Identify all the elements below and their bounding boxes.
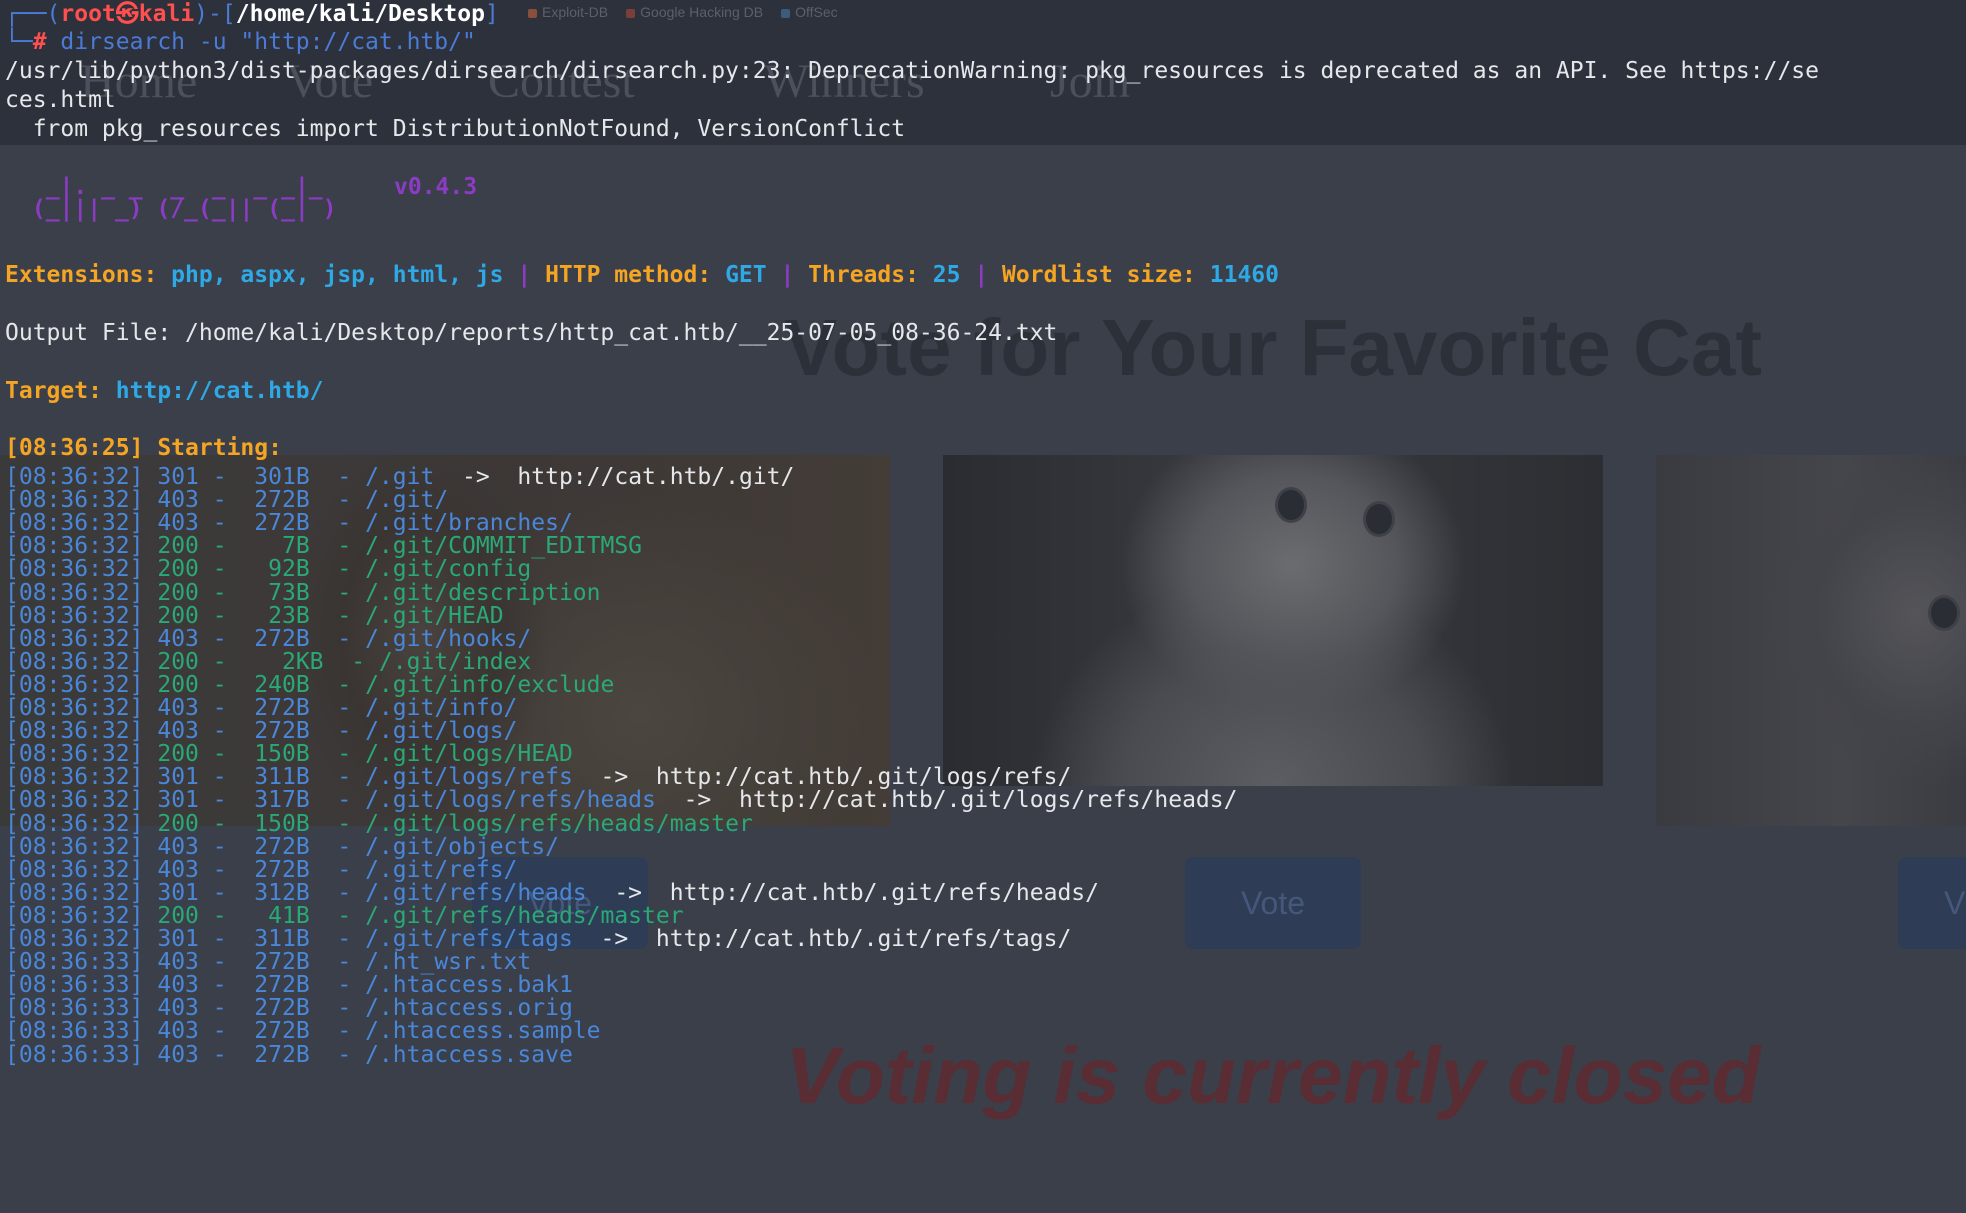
config-separator: | — [960, 262, 1003, 288]
screen: Exploit-DB Google Hacking DB OffSec Home… — [0, 0, 1966, 1213]
result-path: /.htaccess.save — [365, 1041, 573, 1068]
result-redirect: http://cat.htb/.git/refs/heads/ — [669, 879, 1099, 906]
output-file-label: Output File: — [5, 320, 186, 346]
extensions-label: Extensions: — [5, 262, 172, 288]
method-label: HTTP method: — [545, 262, 726, 288]
result-row: [08:36:33] 403 - 272B - /.htaccess.save — [5, 1041, 573, 1069]
command-line: └─# dirsearch -u "http://cat.htb/" — [5, 28, 476, 56]
starting-label: Starting: — [143, 435, 282, 461]
target-url: http://cat.htb/ — [115, 378, 324, 404]
output-file-path: /home/kali/Desktop/reports/http_cat.htb/… — [185, 320, 1058, 346]
prompt-corner: ┌──( — [5, 1, 61, 27]
target-label: Target: — [5, 378, 116, 404]
result-redirect: http://cat.htb/.git/logs/refs/heads/ — [738, 787, 1238, 814]
target-line: Target: http://cat.htb/ — [5, 377, 324, 405]
prompt-cwd: /home/kali/Desktop — [235, 1, 485, 27]
result-redirect: http://cat.htb/.git/ — [517, 464, 795, 490]
extensions-value: php, aspx, jsp, html, js — [171, 262, 504, 288]
threads-value: 25 — [932, 262, 961, 288]
wordlist-value: 11460 — [1209, 262, 1280, 288]
prompt-corner-bottom: └─ — [5, 29, 33, 55]
redirect-arrow-icon: -> — [572, 926, 656, 952]
import-line: from pkg_resources import DistributionNo… — [5, 116, 906, 142]
dirsearch-version: v0.4.3 — [394, 174, 478, 200]
result-time: [08:36:33] — [5, 1041, 144, 1068]
logo-line-2: (_||| _) (/_(_|| (_| ) — [18, 196, 337, 222]
dirsearch-logo: _|. _ _ _ _ _ _|_ (_||| _) (/_(_|| (_| ) — [18, 174, 337, 222]
prompt-bracket: ] — [484, 1, 499, 27]
result-size: 272B — [240, 1041, 310, 1068]
prompt-user: root㉿kali — [60, 1, 195, 27]
config-separator: | — [766, 262, 809, 288]
starting-time: [08:36:25] — [5, 435, 144, 461]
config-separator: | — [503, 262, 546, 288]
prompt-symbol: # — [32, 29, 47, 55]
terminal-output[interactable]: ┌──(root㉿kali)-[/home/kali/Desktop] └─# … — [0, 0, 1966, 1213]
command-text: dirsearch -u "http://cat.htb/" — [46, 29, 476, 55]
starting-line: [08:36:25] Starting: — [5, 434, 282, 462]
result-separator: - — [309, 1041, 366, 1068]
deprecation-warning-wrap: ces.html — [5, 87, 116, 113]
deprecation-warning: /usr/lib/python3/dist-packages/dirsearch… — [5, 58, 1819, 84]
prompt-separator: )-[ — [194, 1, 236, 27]
result-status: 403 — [157, 1041, 199, 1068]
wordlist-label: Wordlist size: — [1002, 262, 1210, 288]
scan-config: Extensions: php, aspx, jsp, html, js | H… — [5, 261, 1279, 289]
result-redirect: http://cat.htb/.git/refs/tags/ — [655, 926, 1072, 952]
result-separator: - — [198, 1041, 241, 1068]
method-value: GET — [725, 262, 767, 288]
threads-label: Threads: — [808, 262, 933, 288]
output-file-line: Output File: /home/kali/Desktop/reports/… — [5, 319, 1057, 347]
logo-line-1: _|. _ _ _ _ _ _|_ — [18, 174, 323, 200]
prompt-line: ┌──(root㉿kali)-[/home/kali/Desktop] — [5, 0, 499, 28]
